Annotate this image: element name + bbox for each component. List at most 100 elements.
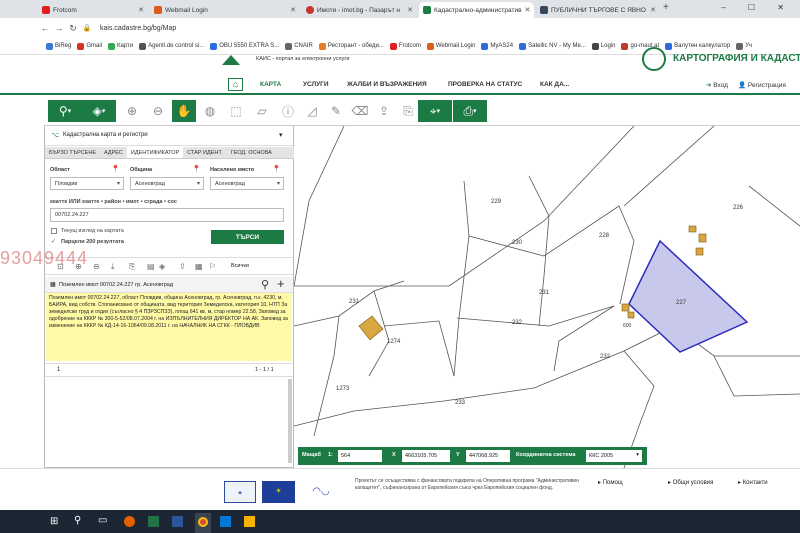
layers-tool-button[interactable]: ◈ ▾ <box>82 100 116 122</box>
select-polygon-button[interactable]: ▱ <box>250 100 274 122</box>
search-icon[interactable]: ⚲ <box>74 515 81 526</box>
forward-icon[interactable]: → <box>52 23 66 33</box>
browser-tab-active[interactable]: Кадастрално-административ ✕ <box>419 2 534 18</box>
upload-button[interactable]: ⇪ <box>372 100 396 122</box>
table-icon[interactable]: ▤ <box>147 262 155 271</box>
check-icon[interactable]: ✓ <box>51 238 56 245</box>
select-area-button[interactable]: ⬚ <box>224 100 248 122</box>
parcel-info: Поземлен имот 00702.24.227, област Пловд… <box>46 293 292 361</box>
firefox-icon[interactable] <box>124 516 135 527</box>
search-tool-button[interactable]: ⚲ ▾ <box>48 100 82 122</box>
upload-icon[interactable]: ⇪ <box>179 262 186 271</box>
tab-identifier[interactable]: ИДЕНТИФИКАТОР <box>126 147 184 158</box>
menu-complaints[interactable]: ЖАЛБИ И ВЪЗРАЖЕНИЯ <box>347 81 427 88</box>
close-icon[interactable]: ✕ <box>407 6 413 14</box>
window-controls[interactable]: – ☐ ✕ <box>721 3 794 12</box>
bookmark[interactable]: Карти <box>108 42 133 50</box>
register-link[interactable]: 👤 Регистрация <box>738 81 786 89</box>
bookmark[interactable]: Agenti.de control si... <box>139 42 204 50</box>
bookmark[interactable]: Webmail Login <box>426 42 475 50</box>
browser-tab[interactable]: Имоти - imot.bg - Пазарът н ✕ <box>302 2 417 18</box>
menu-howto[interactable]: КАК ДА... <box>540 81 569 88</box>
bookmark[interactable]: BiReg <box>46 42 71 50</box>
search-icon[interactable]: ⚲ <box>261 278 269 291</box>
table-icon[interactable]: ▦ <box>195 262 203 271</box>
help-link[interactable]: ▸ Помощ <box>598 479 623 486</box>
all-results-label[interactable]: Всички <box>231 263 249 269</box>
panel-scrollbar[interactable] <box>288 379 292 463</box>
file-explorer-icon[interactable] <box>244 516 255 527</box>
bookmark[interactable]: Валутен калкулатор <box>665 42 730 50</box>
reload-icon[interactable]: ↻ <box>66 23 80 34</box>
home-icon[interactable]: ⌂ <box>228 78 243 91</box>
login-link[interactable]: ➔ Вход <box>706 81 728 89</box>
municipality-select[interactable]: Асеновград ▾ <box>130 177 204 190</box>
export-icon[interactable]: ⎘ <box>129 262 135 272</box>
clear-button[interactable]: ⌫ <box>348 100 372 122</box>
terms-link[interactable]: ▸ Общи условия <box>668 479 713 486</box>
close-icon[interactable]: ✕ <box>290 6 296 14</box>
edit-button[interactable]: ✎ <box>324 100 348 122</box>
download-icon[interactable]: ⤓ <box>111 262 115 272</box>
browser-tab[interactable]: ПУБЛИЧНИ ТЪРГОВЕ С ЯВНО ✕ <box>536 2 660 18</box>
result-row[interactable]: ▦ Поземлен имот 00702.24.227 гр. Асеновг… <box>45 276 293 293</box>
bookmark[interactable]: OBU 5550 EXTRA S... <box>210 42 279 50</box>
bookmark[interactable]: CNAIR <box>285 42 313 50</box>
menu-map[interactable]: КАРТА <box>260 81 281 88</box>
back-icon[interactable]: ← <box>38 23 52 33</box>
chevron-down-icon[interactable]: ▾ <box>279 131 283 139</box>
cadastral-map[interactable]: 229 226 230 228 231 227 232 232 600 231 … <box>294 126 800 468</box>
bookmark[interactable]: Gmail <box>77 42 102 50</box>
browser-tab[interactable]: Webmail Login ✕ <box>150 2 300 18</box>
windows-start-icon[interactable]: ⊞ <box>50 516 58 527</box>
globe-button[interactable]: ◍ <box>198 100 222 122</box>
zoom-out-button[interactable]: ⊖ <box>146 100 170 122</box>
scale-input[interactable]: 564 <box>338 450 382 462</box>
location-tool-button[interactable]: ⌖ ▾ <box>418 100 452 122</box>
layers-icon[interactable]: ◈ <box>159 262 165 271</box>
page-number[interactable]: 1 <box>57 367 60 373</box>
url-field[interactable]: kais.cadastre.bg/bg/Map <box>100 25 176 32</box>
bookmark[interactable]: Уч <box>736 42 752 50</box>
zoom-out-icon[interactable]: ⊖ <box>93 262 100 271</box>
panel-header[interactable]: ⌥ Кадастрална карта и регистри ▾ <box>45 126 293 146</box>
close-icon[interactable]: ✕ <box>525 6 531 14</box>
bookmark[interactable]: Satellic NV - My Me... <box>519 42 586 50</box>
zoom-in-button[interactable]: ⊕ <box>120 100 144 122</box>
region-select[interactable]: Пловдив ▾ <box>50 177 124 190</box>
crs-select[interactable]: ККС 2005 ▾ <box>586 450 642 462</box>
contacts-link[interactable]: ▸ Контакти <box>738 479 768 486</box>
browser-tab[interactable]: Frotcom ✕ <box>38 2 148 18</box>
bookmark[interactable]: Ресторант - обеди... <box>318 42 384 50</box>
selected-parcel[interactable] <box>628 239 749 353</box>
print-tool-button[interactable]: ⎙ ▾ <box>453 100 487 122</box>
close-icon[interactable]: ✕ <box>138 6 144 14</box>
new-tab-icon[interactable]: + <box>663 2 669 13</box>
chrome-taskbar-button[interactable] <box>195 513 211 533</box>
tab-old-identifier[interactable]: СТАР ИДЕНТ. <box>183 147 226 158</box>
lock-icon[interactable]: 🔒 <box>80 24 94 32</box>
tab-address[interactable]: АДРЕС <box>100 147 127 158</box>
search-button[interactable]: ТЪРСИ <box>211 230 284 244</box>
word-icon[interactable] <box>172 516 183 527</box>
close-icon[interactable]: ✕ <box>650 6 656 14</box>
settlement-select[interactable]: Асеновград ▾ <box>210 177 284 190</box>
menu-services[interactable]: УСЛУГИ <box>303 81 329 88</box>
outlook-icon[interactable] <box>220 516 231 527</box>
bookmark[interactable]: MyAS24 <box>481 42 513 50</box>
identifier-input[interactable]: 00702.24.227 <box>50 208 284 222</box>
info-button[interactable]: ⓘ <box>276 100 300 122</box>
pan-button[interactable]: ✋ <box>172 100 196 122</box>
add-icon[interactable]: + <box>277 276 285 291</box>
tab-quick-search[interactable]: БЪРЗО ТЪРСЕНЕ <box>45 147 100 158</box>
excel-icon[interactable] <box>148 516 159 527</box>
export-button[interactable]: ⎘ <box>396 100 420 122</box>
task-view-icon[interactable]: ▭ <box>98 515 107 526</box>
bookmark[interactable]: Login <box>591 42 615 50</box>
tab-geodetic[interactable]: ГЕОД. ОСНОВА <box>227 147 276 158</box>
menu-status[interactable]: ПРОВЕРКА НА СТАТУС <box>448 81 522 88</box>
measure-button[interactable]: ◿ <box>300 100 324 122</box>
current-view-checkbox[interactable] <box>51 228 57 234</box>
bookmark[interactable]: Frotcom <box>389 42 421 50</box>
flag-icon[interactable]: ⚐ <box>209 262 216 271</box>
